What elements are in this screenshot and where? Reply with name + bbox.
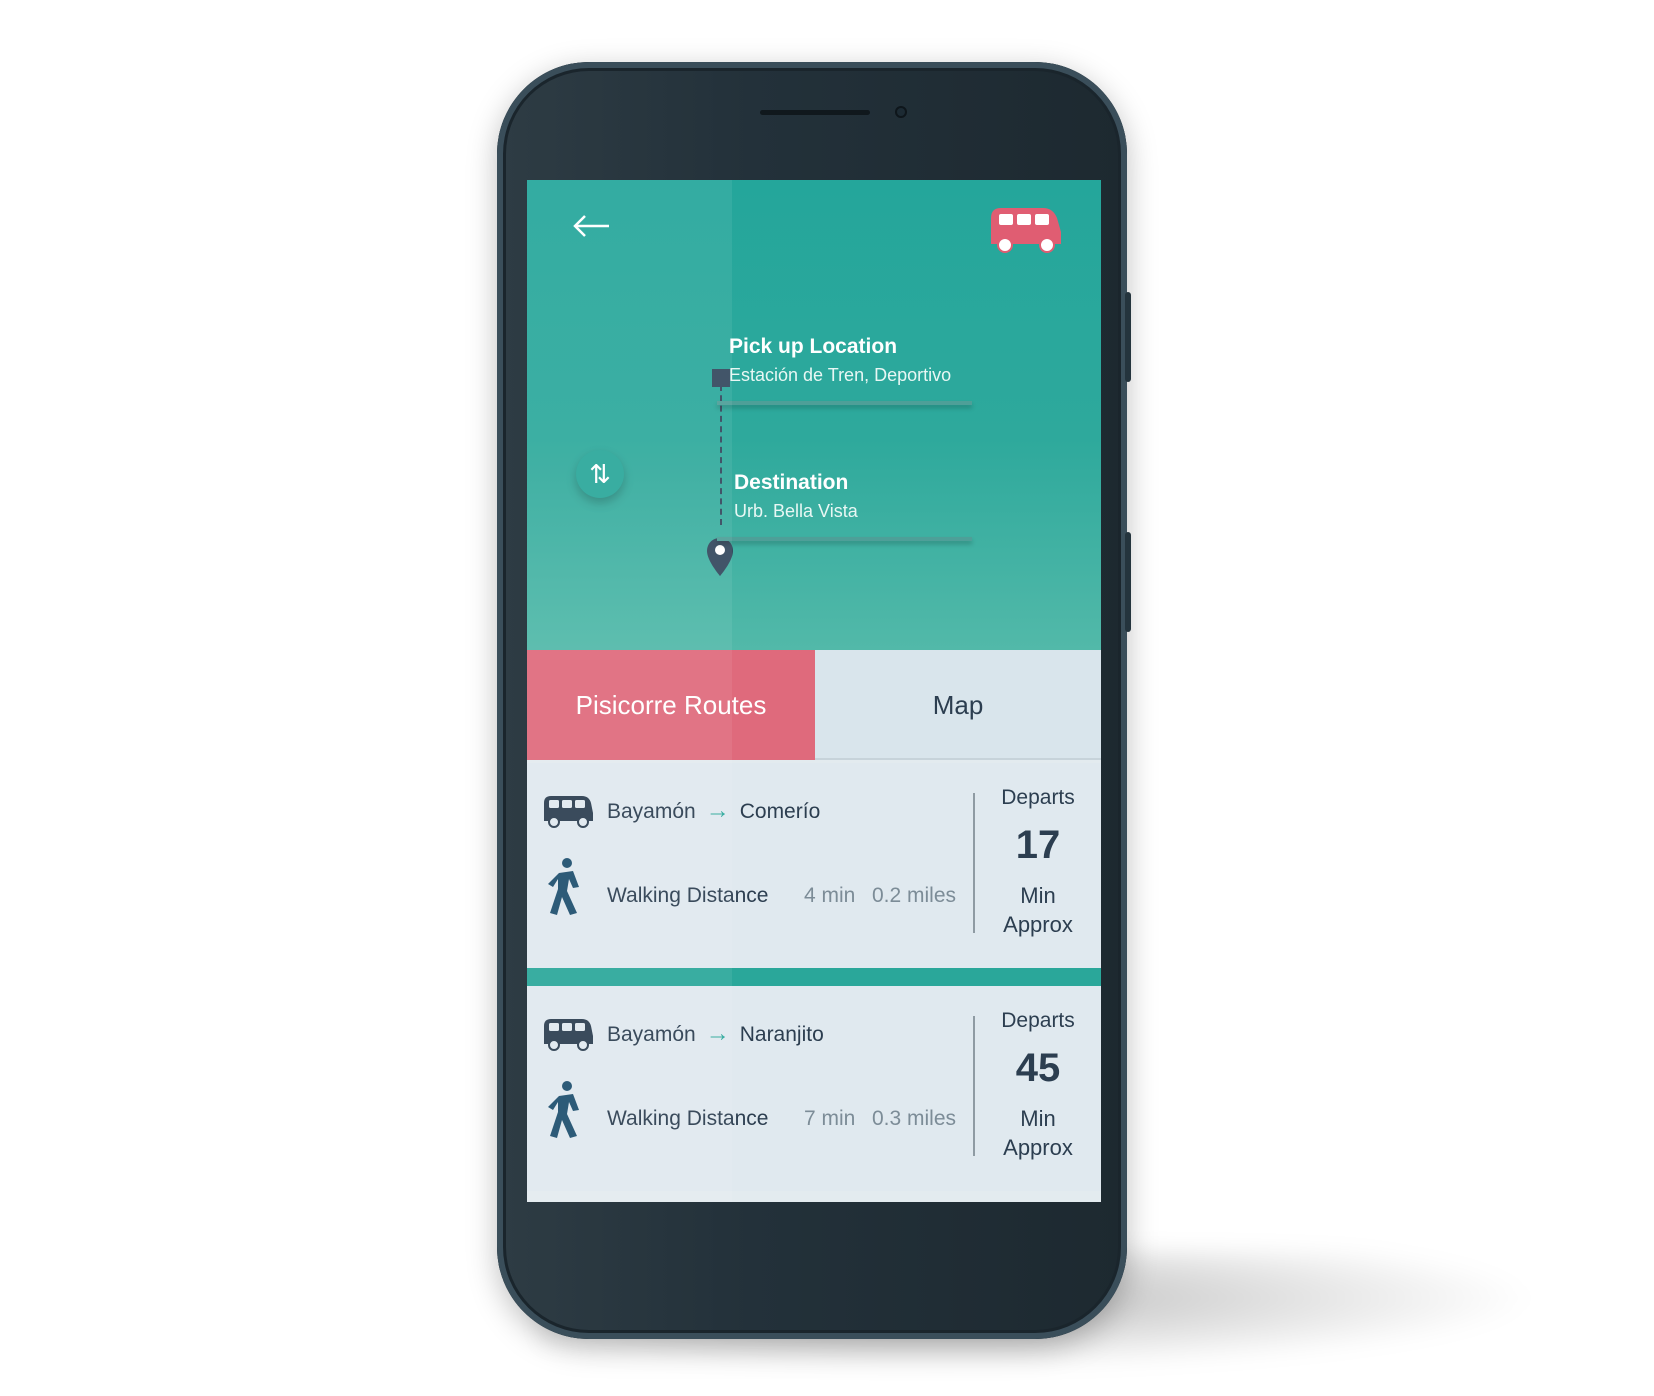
departs-unit-approx: Approx [1003,912,1073,937]
walking-distance-label: Walking Distance [607,884,769,907]
tab-bar: Pisicorre Routes Map [527,650,1101,760]
departs-unit-approx: Approx [1003,1135,1073,1160]
power-button [1125,532,1131,632]
arrow-left-icon [573,215,609,237]
route-dashed-line [720,385,722,525]
tab-map[interactable]: Map [815,650,1101,760]
walking-time: 7 min [804,1107,856,1130]
walking-distance-label: Walking Distance [607,1107,769,1130]
arrow-right-icon: → [705,1020,730,1047]
route-destination: Naranjito [739,1023,824,1046]
departs-minutes: 45 [1015,1046,1061,1090]
bus-icon [544,1019,593,1051]
destination-value: Urb. Bella Vista [734,501,858,521]
departs-unit: Min Approx [975,881,1101,939]
departs-minutes: 17 [1015,823,1061,867]
destination-underline [717,537,972,541]
route-name: Bayamón → Comerío [607,797,820,825]
route-origin: Bayamón [607,1023,696,1046]
volume-button [1125,292,1131,382]
departs-label: Departs [1001,786,1075,809]
departs-label: Departs [1001,1009,1075,1032]
departs-unit-min: Min [1020,883,1056,908]
route-origin: Bayamón [607,800,696,823]
route-destination: Comerío [739,800,821,823]
front-camera [895,106,907,118]
route-header: ⇅ Pick up Location Estación de Tren, Dep… [527,180,1101,650]
tab-pisicorre-routes[interactable]: Pisicorre Routes [527,650,815,760]
back-button[interactable] [569,206,615,246]
walking-distance-value: 0.2 miles [872,884,957,907]
destination-label: Destination [734,471,849,494]
earpiece-speaker [760,110,870,115]
pickup-field[interactable]: Pick up Location Estación de Tren, Depor… [717,335,972,415]
route-name: Bayamón → Naranjito [607,1020,824,1048]
destination-field[interactable]: Destination Urb. Bella Vista [717,471,974,551]
route-card[interactable]: Bayamón → Comerío Walking Distance 4 min 0… [527,763,1101,968]
walking-person-icon [548,1081,579,1138]
map-pin-icon [705,536,735,578]
departs-unit: Min Approx [975,1104,1101,1162]
departs-unit-min: Min [1020,1106,1056,1131]
bus-mode-button[interactable] [985,204,1065,256]
pickup-value: Estación de Tren, Deportivo [729,365,952,385]
app-screen: ⇅ Pick up Location Estación de Tren, Dep… [527,180,1101,1202]
bus-icon [991,208,1061,253]
card-separator [527,968,1101,986]
bus-icon [544,796,593,828]
pickup-label: Pick up Location [729,335,898,358]
swap-vertical-icon: ⇅ [589,459,611,489]
walking-distance-value: 0.3 miles [872,1107,957,1130]
pickup-underline [717,401,972,405]
walking-time: 4 min [804,884,856,907]
route-card[interactable]: Bayamón → Naranjito Walking Distance 7 min… [527,986,1101,1191]
swap-locations-button[interactable]: ⇅ [576,450,624,498]
arrow-right-icon: → [705,797,730,824]
walking-person-icon [548,858,579,915]
